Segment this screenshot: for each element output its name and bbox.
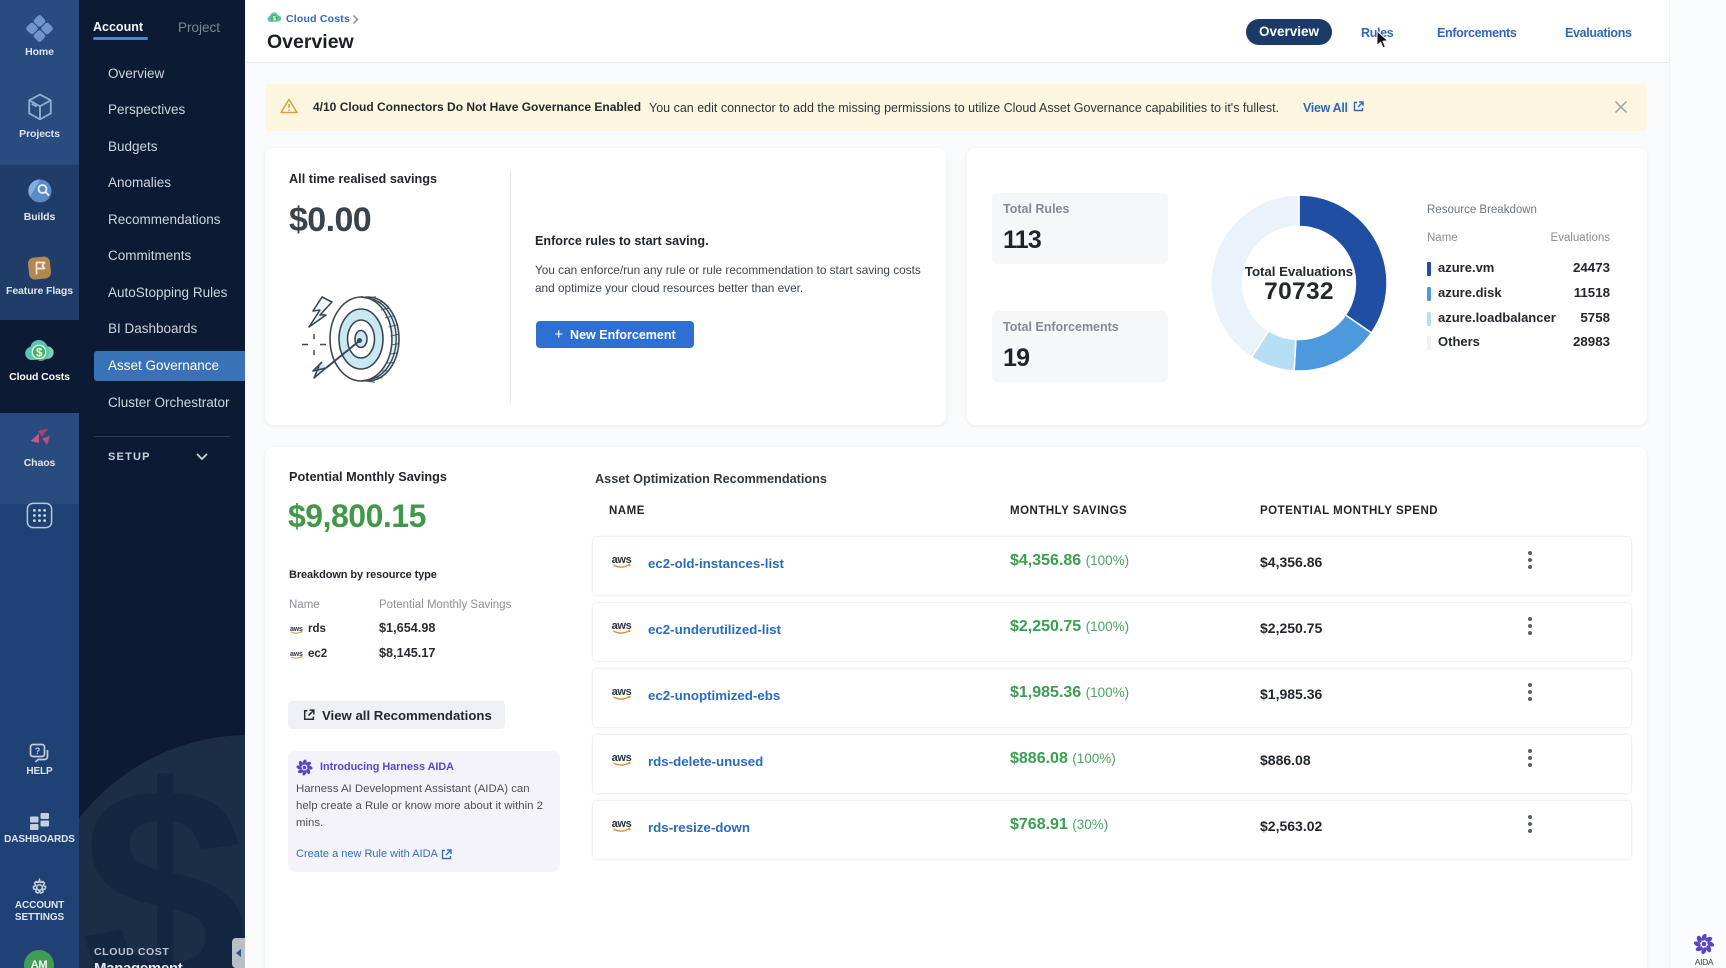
svg-text:?: ?: [35, 746, 40, 756]
svg-text:$: $: [36, 347, 43, 359]
